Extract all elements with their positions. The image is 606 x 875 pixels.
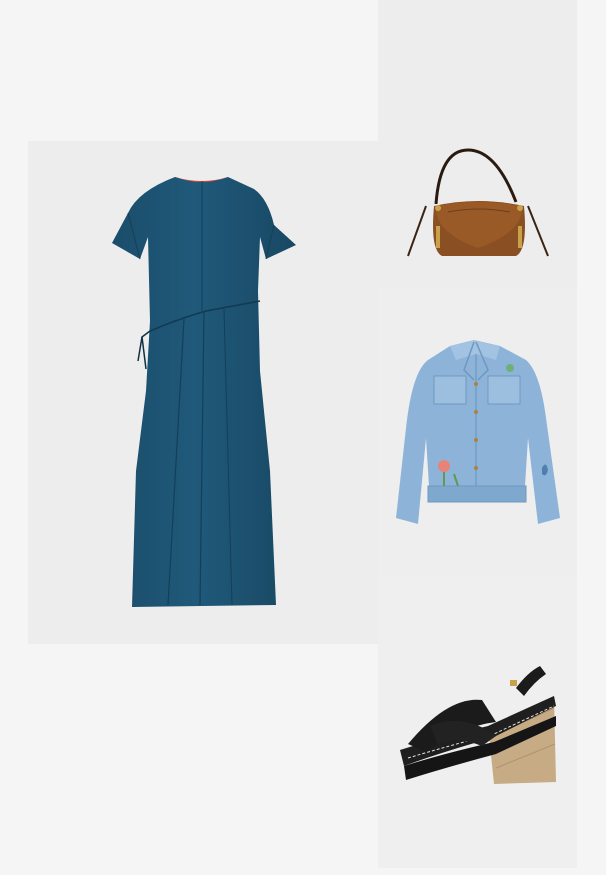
dress-product-card[interactable] (28, 141, 378, 644)
saddle-bag-image (407, 148, 549, 257)
accessories-column (378, 0, 577, 868)
midi-dress-image (112, 177, 296, 607)
jacket-product-card[interactable] (378, 288, 577, 576)
denim-jacket-image (396, 340, 560, 524)
wedge-sandals-image (400, 666, 556, 784)
shoes-product-card[interactable] (378, 576, 577, 868)
bag-product-card[interactable] (378, 0, 577, 288)
